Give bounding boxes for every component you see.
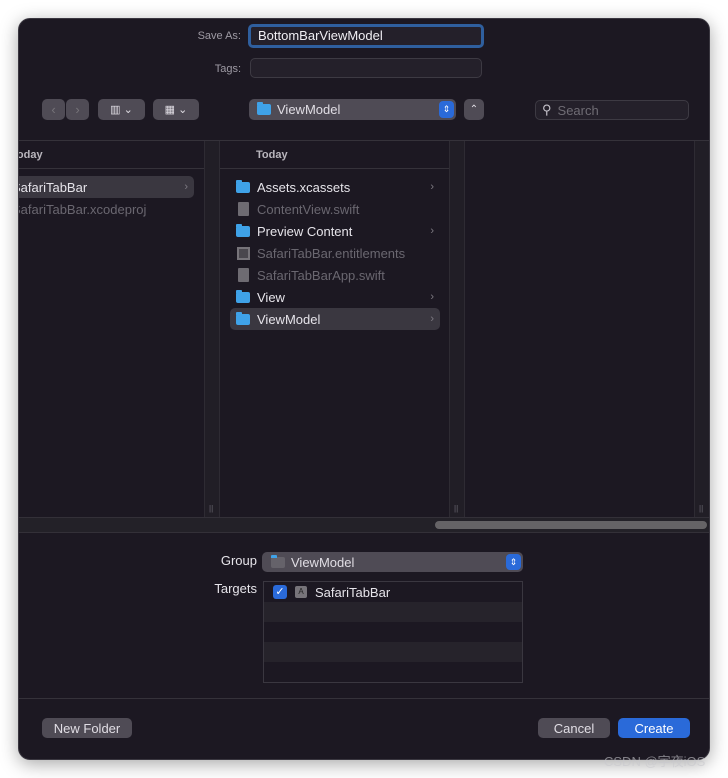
columns-icon: ▥ ⌄ [110, 104, 133, 116]
search-input[interactable]: ⚲ Search [535, 100, 689, 120]
chevron-right-icon: › [75, 102, 80, 117]
updown-chevron-icon: ⇕ [439, 101, 454, 118]
list-item[interactable]: SafariTabBar.entitlements [230, 242, 440, 264]
folder-icon [271, 554, 285, 568]
list-item[interactable]: ContentView.swift [230, 198, 440, 220]
cancel-button[interactable]: Cancel [538, 718, 610, 738]
item-name: ContentView.swift [257, 201, 360, 217]
column-resize-handle[interactable]: || [450, 141, 465, 517]
save-dialog: Save As: BottomBarViewModel Tags: ‹ › ▥ … [18, 18, 710, 760]
item-name: SafariTabBar.xcodeproj [19, 201, 147, 217]
scrollbar-thumb[interactable] [435, 521, 707, 529]
updown-chevron-icon: ⇕ [506, 554, 521, 570]
app-target-icon: A [295, 586, 307, 598]
list-item[interactable]: ViewModel › [230, 308, 440, 330]
chevron-right-icon: › [430, 291, 434, 303]
group-label: Group [220, 553, 257, 568]
back-button[interactable]: ‹ [42, 99, 65, 120]
list-item[interactable]: Assets.xcassets › [230, 176, 440, 198]
file-icon [237, 268, 249, 282]
horizontal-scrollbar[interactable] [19, 517, 709, 533]
browser-column-1: Today SafariTabBar › SafariTabBar.xcodepr… [19, 141, 205, 517]
folder-icon [236, 223, 250, 237]
checkbox-checked-icon[interactable]: ✓ [273, 585, 287, 599]
browser-column-3 [465, 141, 695, 517]
expand-button[interactable]: ⌃ [464, 99, 484, 120]
targets-label: Targets [214, 581, 257, 596]
divider [19, 698, 709, 699]
folder-icon [257, 102, 271, 115]
column-header: Today [220, 141, 449, 169]
search-placeholder: Search [557, 102, 599, 118]
list-item[interactable]: Preview Content › [230, 220, 440, 242]
item-name: SafariTabBar [19, 179, 88, 195]
group-value: ViewModel [291, 554, 355, 570]
item-name: SafariTabBarApp.swift [257, 267, 385, 283]
folder-icon [236, 289, 250, 303]
save-as-label: Save As: [197, 30, 241, 42]
chevron-right-icon: › [430, 313, 434, 325]
tags-label: Tags: [214, 63, 241, 75]
column-header: Today [19, 141, 204, 169]
group-by-button[interactable]: ▦ ⌄ [153, 99, 199, 120]
forward-button[interactable]: › [66, 99, 89, 120]
search-icon: ⚲ [542, 102, 552, 117]
entitlements-file-icon [236, 246, 250, 260]
chevron-right-icon: › [430, 181, 434, 193]
item-name: Preview Content [257, 223, 353, 239]
browser-column-2: Today Assets.xcassets › ContentView.swift P… [220, 141, 450, 517]
list-item[interactable]: SafariTabBar.xcodeproj [19, 198, 194, 220]
new-folder-button[interactable]: New Folder [42, 718, 132, 738]
chevron-left-icon: ‹ [51, 102, 56, 117]
list-item[interactable]: View › [230, 286, 440, 308]
item-name: SafariTabBar.entitlements [257, 245, 406, 261]
item-name: ViewModel [257, 311, 321, 327]
folder-icon [236, 311, 250, 325]
group-popup[interactable]: ViewModel ⇕ [262, 552, 523, 572]
location-popup[interactable]: ViewModel ⇕ [249, 99, 456, 120]
list-item[interactable]: SafariTabBarApp.swift [230, 264, 440, 286]
grid-icon: ▦ ⌄ [164, 104, 188, 116]
tags-input[interactable] [250, 58, 482, 78]
view-mode-button[interactable]: ▥ ⌄ [98, 99, 145, 120]
chevron-right-icon: › [184, 181, 188, 193]
file-icon [237, 202, 249, 216]
targets-list: ✓ A SafariTabBar [263, 581, 523, 683]
chevron-right-icon: › [430, 225, 434, 237]
item-name: View [257, 289, 285, 305]
watermark: CSDN @宇夜iOS [604, 754, 706, 769]
item-name: Assets.xcassets [257, 179, 351, 195]
save-as-input[interactable]: BottomBarViewModel [248, 24, 484, 48]
folder-icon [236, 179, 250, 193]
column-resize-handle[interactable]: || [695, 141, 709, 517]
list-item[interactable]: SafariTabBar › [19, 176, 194, 198]
location-label: ViewModel [277, 102, 341, 117]
create-button[interactable]: Create [618, 718, 690, 738]
target-row[interactable]: ✓ A SafariTabBar [264, 582, 522, 602]
target-name: SafariTabBar [315, 584, 391, 600]
chevron-up-icon: ⌃ [469, 104, 479, 115]
column-resize-handle[interactable]: || [205, 141, 220, 517]
